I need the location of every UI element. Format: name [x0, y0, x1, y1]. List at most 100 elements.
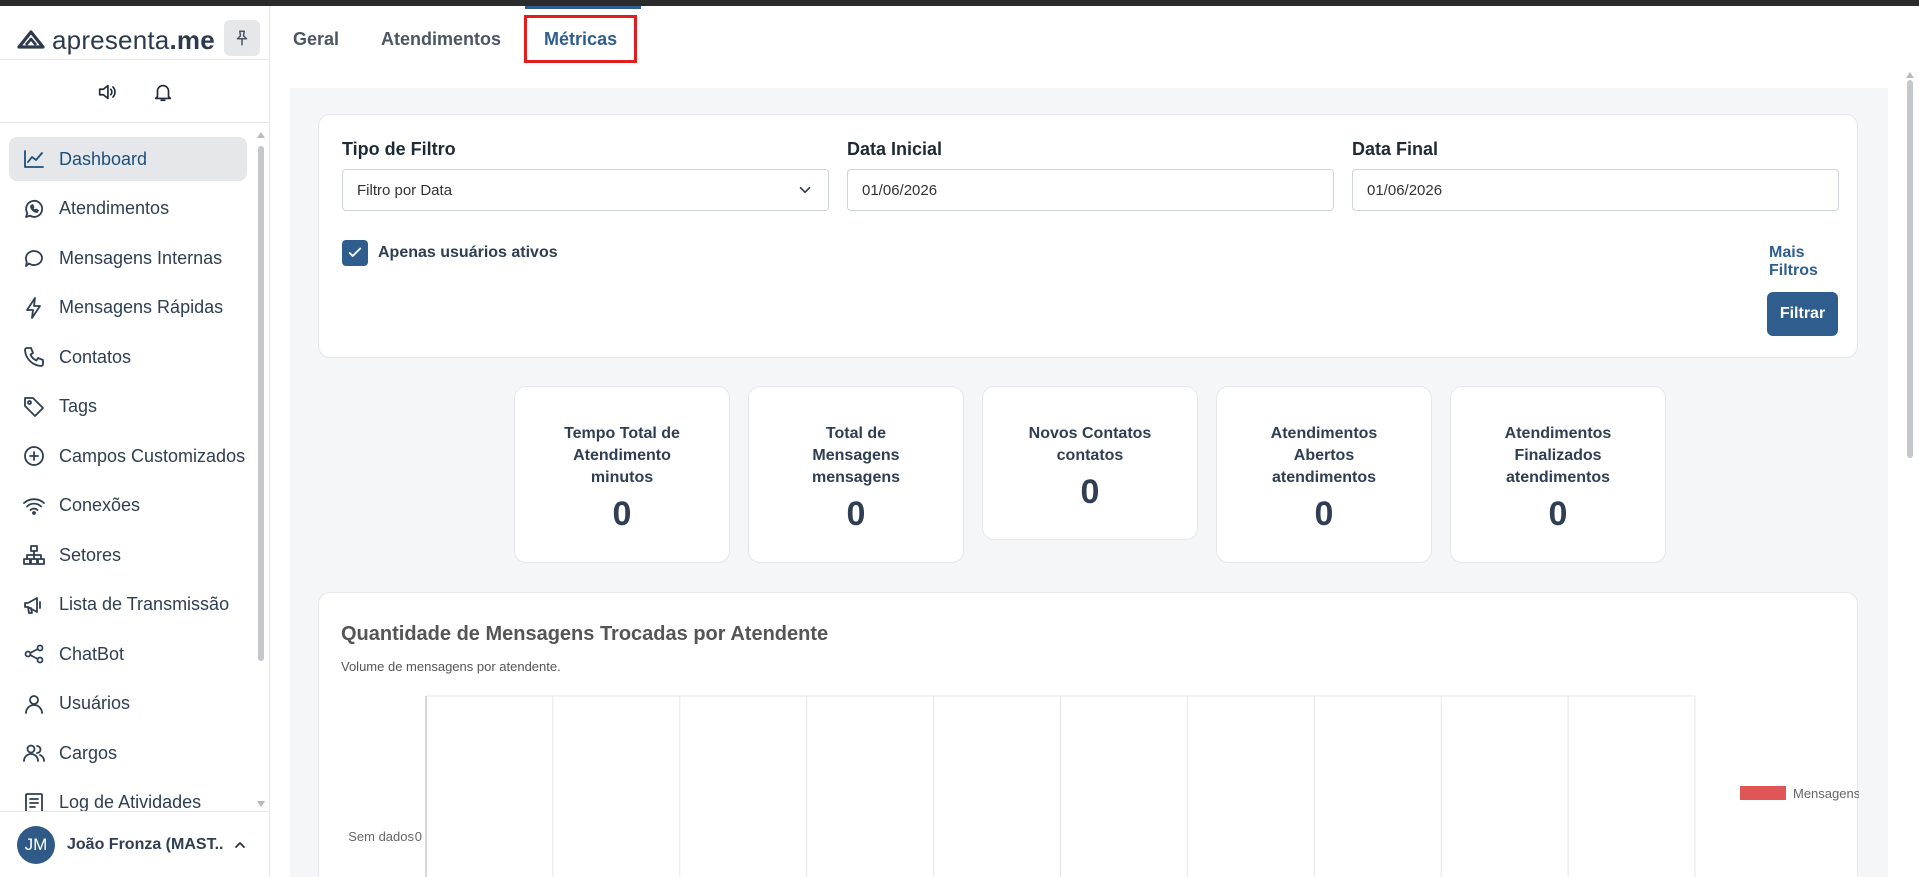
sidebar-item-label: Setores — [59, 544, 122, 565]
scrollbar-thumb[interactable] — [1907, 80, 1913, 458]
speaker-icon[interactable] — [94, 79, 120, 105]
sidebar-item-label: Log de Atividades — [59, 792, 202, 811]
active-users-label[interactable]: Apenas usuários ativos — [378, 244, 558, 262]
stat-value: 0 — [1548, 495, 1568, 533]
stat-title-line: atendimentos — [1271, 469, 1376, 486]
tab-metricas[interactable]: Métricas — [524, 15, 638, 63]
brand-logo[interactable]: apresenta.me — [16, 20, 215, 60]
tab-bar: Geral Atendimentos Métricas — [272, 6, 638, 72]
sidebar-item-mensagens-rapidas[interactable]: Mensagens Rápidas — [9, 286, 247, 330]
stat-card: Total de Mensagens mensagens 0 — [748, 386, 964, 563]
scroll-down-arrow[interactable] — [257, 801, 265, 807]
megaphone-icon — [21, 592, 47, 618]
stat-title-line: Atendimento — [573, 447, 671, 464]
stat-title-line: Novos Contatos — [1028, 425, 1152, 442]
sidebar-item-cargos[interactable]: Cargos — [9, 731, 247, 775]
sidebar-item-atendimentos[interactable]: Atendimentos — [9, 187, 247, 231]
stat-title: Total de Mensagens mensagens — [749, 423, 963, 489]
stat-title-line: minutos — [590, 469, 654, 486]
sidebar-item-campos-customizados[interactable]: Campos Customizados — [9, 434, 247, 478]
sidebar-item-label: Lista de Transmissão — [59, 594, 230, 614]
end-date-value: 01/06/2026 — [1367, 181, 1443, 199]
stat-title-line: Total de — [825, 425, 887, 442]
brand-name-bold: .me — [169, 24, 215, 55]
sidebar-item-label: Mensagens Internas — [59, 247, 223, 268]
filter-type-value: Filtro por Data — [357, 181, 453, 199]
divider — [0, 122, 270, 123]
sidebar-item-conexoes[interactable]: Conexões — [9, 484, 247, 528]
stat-title: Novos Contatos contatos — [983, 423, 1197, 467]
more-filters-link[interactable]: Mais Filtros — [1769, 244, 1857, 280]
filter-card: Tipo de Filtro Filtro por Data Data Inic… — [318, 114, 1858, 358]
user-menu[interactable]: JM João Fronza (MAST... — [0, 811, 270, 877]
sidebar-item-label: Conexões — [59, 495, 141, 515]
sidebar-item-label: Cargos — [59, 742, 118, 763]
scroll-up-arrow[interactable] — [257, 132, 265, 138]
lightning-icon — [21, 295, 47, 321]
avatar: JM — [17, 825, 55, 864]
metrics-panel: Tipo de Filtro Filtro por Data Data Inic… — [290, 88, 1888, 877]
sidebar-item-dashboard[interactable]: Dashboard — [9, 137, 247, 181]
filter-button[interactable]: Filtrar — [1767, 292, 1838, 336]
messages-chart: Sem dados 0 Mensagens — [348, 695, 1859, 877]
sidebar-item-contatos[interactable]: Contatos — [9, 335, 247, 379]
stat-card: Novos Contatos contatos 0 — [982, 386, 1198, 540]
plus-circle-icon — [21, 443, 47, 469]
end-date-input[interactable]: 01/06/2026 — [1352, 169, 1839, 211]
scrollbar-thumb[interactable] — [258, 146, 264, 661]
sidebar-item-label: Usuários — [59, 693, 131, 713]
chart-data-label: 0 — [415, 829, 422, 844]
sidebar-item-log-de-atividades[interactable]: Log de Atividades — [9, 781, 247, 811]
stat-title: Tempo Total de Atendimento minutos — [515, 423, 729, 489]
main-scrollbar[interactable] — [1906, 72, 1914, 877]
sidebar-item-label: Contatos — [59, 346, 132, 367]
active-users-checkbox[interactable] — [342, 240, 368, 266]
stat-title-line: Finalizados — [1514, 447, 1602, 464]
chevron-up-icon[interactable] — [231, 836, 249, 854]
sidebar-item-label: Dashboard — [59, 148, 148, 169]
sidebar-item-usuarios[interactable]: Usuários — [9, 682, 247, 726]
chart-legend-swatch — [1740, 786, 1786, 800]
user-name: João Fronza (MAST... — [67, 835, 223, 853]
quick-actions — [0, 76, 270, 108]
sidebar-item-setores[interactable]: Setores — [9, 533, 247, 577]
sidebar-item-lista-de-transmissao[interactable]: Lista de Transmissão — [9, 583, 247, 627]
tab-atendimentos[interactable]: Atendimentos — [360, 12, 522, 66]
filter-type-select[interactable]: Filtro por Data — [342, 169, 829, 211]
stat-title-line: contatos — [1056, 447, 1124, 464]
sidebar-item-label: Mensagens Rápidas — [59, 297, 224, 317]
phone-icon — [21, 344, 47, 370]
stat-title-line: Atendimentos — [1504, 425, 1612, 442]
chart-line-icon — [21, 146, 47, 172]
stat-card: Tempo Total de Atendimento minutos 0 — [514, 386, 730, 563]
stat-title-line: atendimentos — [1505, 469, 1610, 486]
stat-card: Atendimentos Finalizados atendimentos 0 — [1450, 386, 1666, 563]
stat-title-line: Mensagens — [812, 447, 900, 464]
scroll-up-arrow[interactable] — [1906, 72, 1914, 78]
sidebar-item-label: ChatBot — [59, 643, 125, 664]
filter-type-label: Tipo de Filtro — [342, 139, 456, 159]
sidebar-scrollbar[interactable] — [257, 132, 265, 807]
sidebar-item-label: Atendimentos — [59, 198, 170, 218]
chart-legend-label: Mensagens — [1793, 786, 1859, 801]
wifi-icon — [21, 493, 47, 519]
sidebar-item-mensagens-internas[interactable]: Mensagens Internas — [9, 236, 247, 280]
sidebar-item-tags[interactable]: Tags — [9, 385, 247, 429]
start-date-input[interactable]: 01/06/2026 — [847, 169, 1334, 211]
sidebar-item-chatbot[interactable]: ChatBot — [9, 632, 247, 676]
logo-icon — [17, 30, 45, 49]
stat-title: Atendimentos Finalizados atendimentos — [1451, 423, 1665, 489]
users-icon — [21, 740, 47, 766]
tab-geral[interactable]: Geral — [272, 12, 360, 66]
stat-title-line: Atendimentos — [1270, 425, 1378, 442]
chart-category-label: Sem dados — [348, 829, 414, 844]
sidebar-item-label: Tags — [59, 396, 98, 416]
stat-card: Atendimentos Abertos atendimentos 0 — [1216, 386, 1432, 563]
pin-sidebar-button[interactable] — [224, 20, 260, 56]
bell-icon[interactable] — [150, 79, 176, 105]
start-date-value: 01/06/2026 — [862, 181, 938, 199]
stat-value: 0 — [1080, 473, 1100, 511]
org-chart-icon — [21, 542, 47, 568]
stat-title-line: mensagens — [811, 469, 901, 486]
pin-icon — [236, 30, 248, 46]
